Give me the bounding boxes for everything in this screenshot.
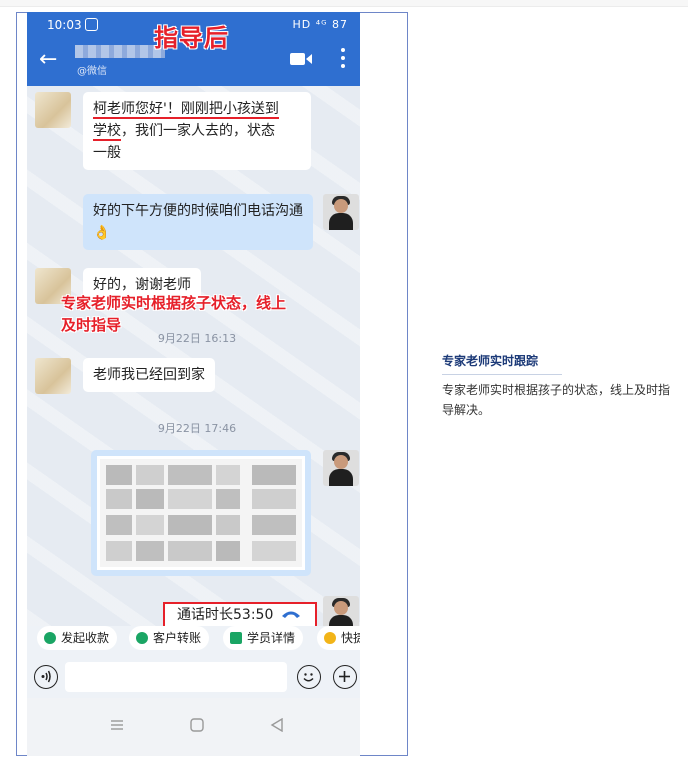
phone-hangup-icon <box>282 611 300 618</box>
quick-action-shortcut[interactable]: 快捷 <box>317 626 360 650</box>
avatar-parent[interactable] <box>35 92 71 128</box>
home-icon[interactable] <box>189 718 205 732</box>
call-duration-text: 通话时长53:50 <box>177 607 274 623</box>
contact-subtitle: @微信 <box>77 66 107 77</box>
input-bar <box>27 656 360 698</box>
arrow-left-icon[interactable]: ← <box>39 49 57 71</box>
phone-screen: 10:03 HD ⁴ᴳ 87 ← @微信 指导后 柯老师您好'！刚刚把小孩送到 … <box>27 12 360 756</box>
message-text: 好的下午方便的时候咱们电话沟通👌 <box>93 203 303 241</box>
chat-area[interactable]: 柯老师您好'！刚刚把小孩送到 学校，我们一家人去的，状态 一般 好的下午方便的时… <box>27 86 360 632</box>
quick-action-label: 学员详情 <box>247 631 296 645</box>
image-message[interactable] <box>91 450 311 576</box>
avatar-teacher[interactable] <box>323 450 359 486</box>
overlay-title: 指导后 <box>154 24 229 52</box>
avatar-parent[interactable] <box>35 358 71 394</box>
overlay-annotation: 专家老师实时根据孩子状态，线上 及时指导 <box>61 292 351 336</box>
user-icon <box>230 632 242 644</box>
message-text: 老师我已经回到家 <box>93 367 205 383</box>
more-vertical-icon[interactable] <box>339 46 347 70</box>
call-record-bubble[interactable]: 通话时长53:50 <box>163 602 317 628</box>
app-notification-icon <box>85 18 98 31</box>
quick-action-label: 快捷 <box>341 631 360 645</box>
side-description: 专家老师实时根据孩子的状态，线上及时指导解决。 <box>442 383 671 417</box>
timestamp: 9月22日 17:46 <box>157 422 237 435</box>
message-text: ，我们一家人去的，状态 <box>121 123 275 139</box>
system-nav-bar <box>27 698 360 756</box>
message-text-underlined: 柯老师您好'！刚刚把小孩送到 <box>93 101 279 119</box>
yuan-icon <box>44 632 56 644</box>
message-input[interactable] <box>65 662 287 692</box>
quick-action-student-detail[interactable]: 学员详情 <box>223 626 304 650</box>
transfer-icon <box>136 632 148 644</box>
message-bubble[interactable]: 好的下午方便的时候咱们电话沟通👌 <box>83 194 313 250</box>
back-triangle-icon[interactable] <box>269 718 285 732</box>
annotation-line: 及时指导 <box>61 316 122 334</box>
contact-name-blurred <box>75 45 165 58</box>
top-divider <box>0 0 688 7</box>
quick-icon <box>324 632 336 644</box>
quick-action-label: 客户转账 <box>153 631 202 645</box>
message-bubble[interactable]: 老师我已经回到家 <box>83 358 215 392</box>
menu-icon[interactable] <box>109 718 125 732</box>
emoji-icon[interactable] <box>297 665 321 689</box>
message-text-underlined: 学校 <box>93 123 121 141</box>
video-camera-icon[interactable] <box>289 51 313 67</box>
avatar-teacher[interactable] <box>323 194 359 230</box>
message-bubble[interactable]: 柯老师您好'！刚刚把小孩送到 学校，我们一家人去的，状态 一般 <box>83 92 311 170</box>
message-text: 好的，谢谢老师 <box>93 277 191 293</box>
annotation-line: 专家老师实时根据孩子状态，线上 <box>61 294 287 312</box>
quick-action-label: 发起收款 <box>61 631 110 645</box>
quick-action-bar: 发起收款 客户转账 学员详情 快捷 <box>27 626 360 656</box>
status-indicators: HD ⁴ᴳ 87 <box>292 18 348 31</box>
side-title: 专家老师实时跟踪 <box>442 354 539 368</box>
status-time: 10:03 <box>47 18 82 32</box>
quick-action-transfer[interactable]: 客户转账 <box>129 626 210 650</box>
plus-icon[interactable] <box>333 665 357 689</box>
voice-icon[interactable] <box>34 665 58 689</box>
side-divider <box>442 374 562 375</box>
blurred-image[interactable] <box>97 456 305 570</box>
quick-action-collect-payment[interactable]: 发起收款 <box>37 626 118 650</box>
message-text: 一般 <box>93 145 121 161</box>
